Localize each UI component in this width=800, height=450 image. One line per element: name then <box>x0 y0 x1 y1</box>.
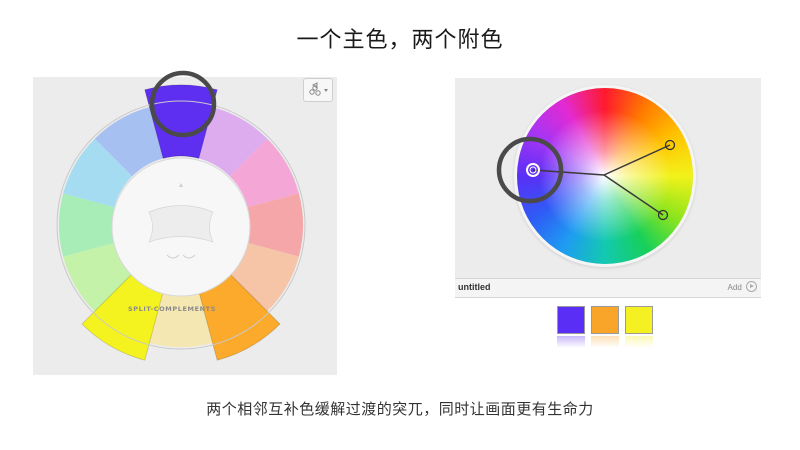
palette-name-input[interactable]: untitled <box>458 282 491 292</box>
swatch-reflection <box>625 336 653 348</box>
page-title: 一个主色，两个附色 <box>296 28 504 53</box>
swatch-reflection <box>591 336 619 348</box>
swatch-primary[interactable] <box>557 306 585 334</box>
caption-text: 两个相邻互补色缓解过渡的突兀，同时让画面更有生命力 <box>206 400 594 418</box>
add-label: Add <box>727 283 742 292</box>
chevron-down-icon <box>324 89 328 92</box>
palette-bar: untitled Add <box>455 278 761 298</box>
color-wheel[interactable] <box>33 70 337 375</box>
hue-wheel[interactable] <box>517 88 693 264</box>
center-emblem-icon <box>148 205 214 243</box>
add-button[interactable]: Add <box>728 281 757 292</box>
rule-label: SPLIT-COMPLEMENTS <box>128 305 216 313</box>
swatch-split-2[interactable] <box>625 306 653 334</box>
swatch-reflection <box>557 336 585 348</box>
color-rule-dropdown-button[interactable] <box>303 78 333 102</box>
add-arrow-icon <box>746 281 757 292</box>
swatch-split-1[interactable] <box>591 306 619 334</box>
color-rule-panel: SPLIT-COMPLEMENTS <box>33 70 337 375</box>
color-rule-icon <box>309 82 328 96</box>
